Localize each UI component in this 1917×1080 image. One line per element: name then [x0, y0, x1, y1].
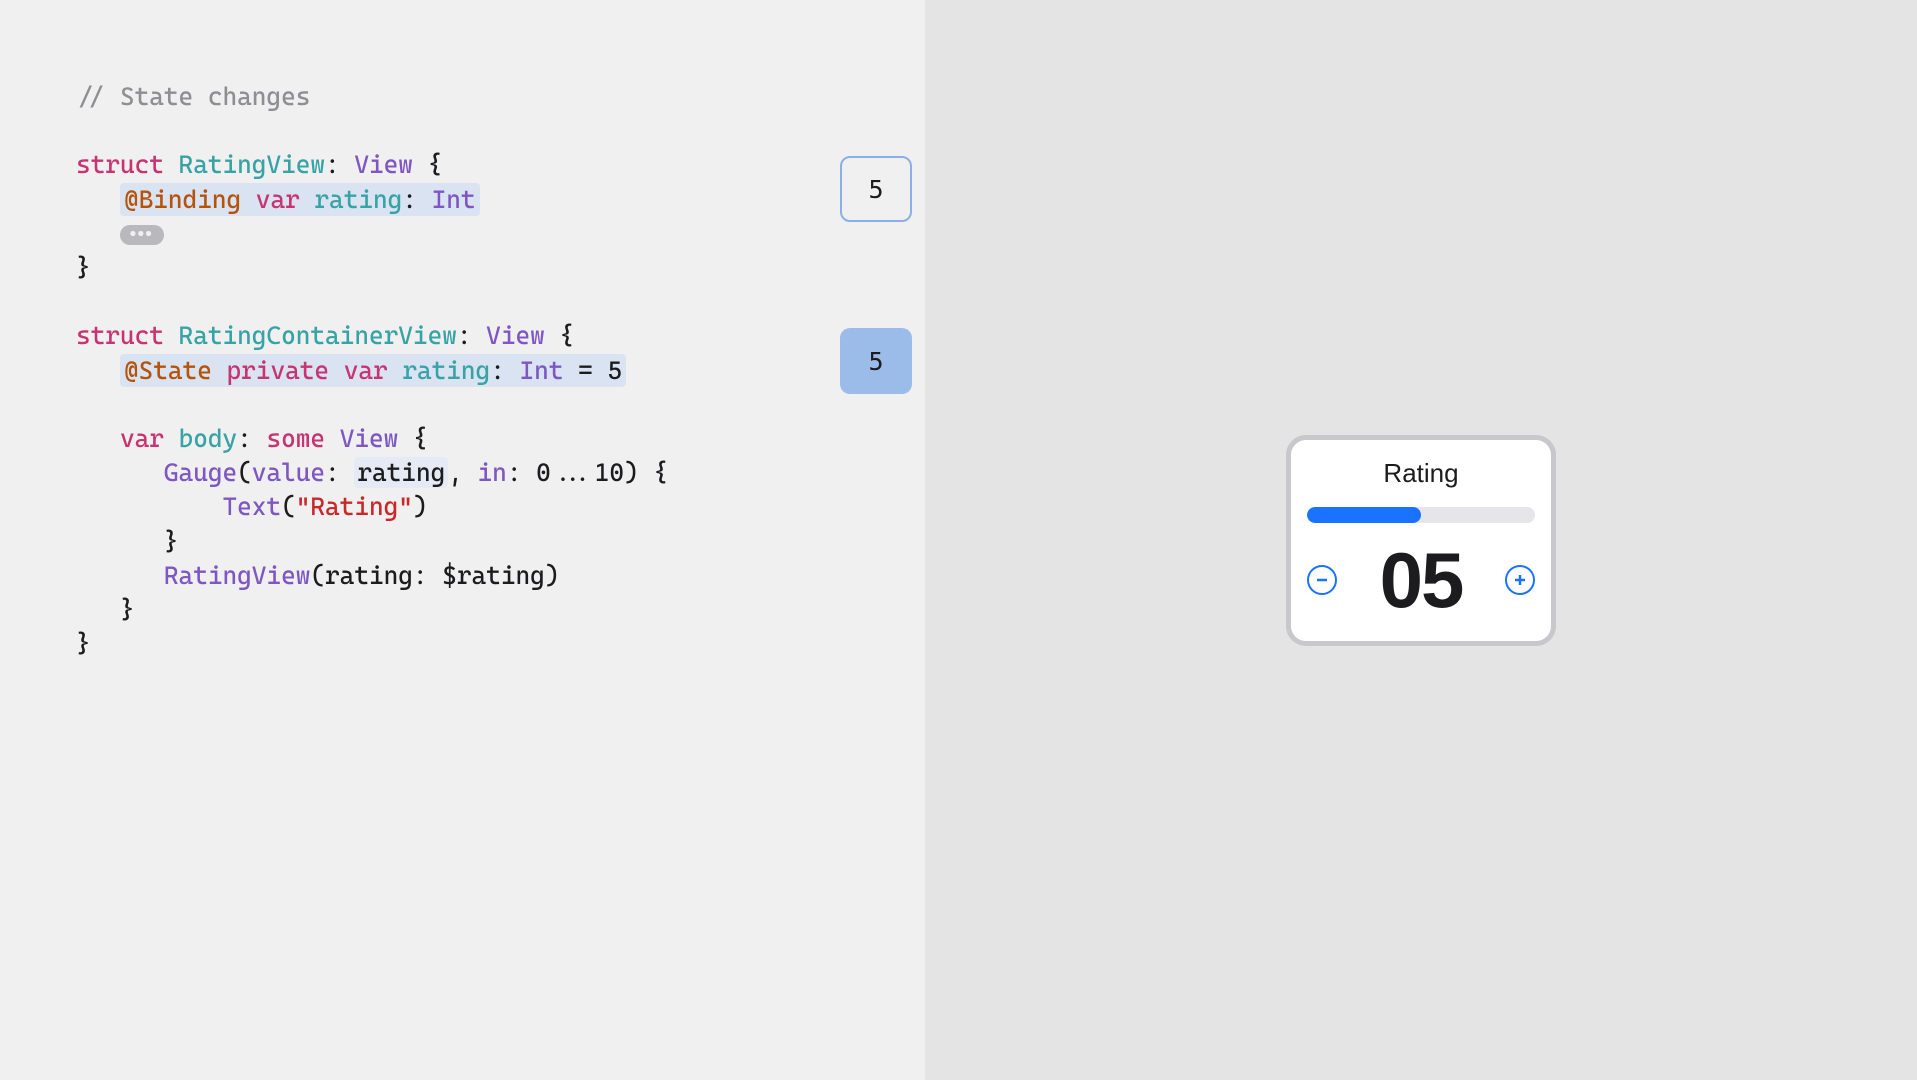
- text-literal: "Rating": [296, 492, 413, 521]
- rating-arg: $rating: [442, 561, 545, 590]
- in-label: in: [478, 458, 507, 487]
- binding-decorator: @Binding: [124, 185, 241, 214]
- view-type: View: [340, 424, 399, 453]
- preview-panel: Rating 05: [925, 0, 1917, 1080]
- rating-widget: Rating 05: [1286, 435, 1556, 646]
- var-keyword: var: [344, 356, 388, 385]
- private-keyword: private: [227, 356, 330, 385]
- struct1-protocol: View: [354, 150, 413, 179]
- minus-icon: [1315, 573, 1329, 587]
- code-line-brace2: }: [76, 525, 849, 559]
- struct-keyword: struct: [76, 150, 164, 179]
- state-decorator: @State: [124, 356, 212, 385]
- state-value-box: 5: [840, 328, 912, 394]
- increment-button[interactable]: [1505, 565, 1535, 595]
- code-editor-panel: // State changes struct RatingView: View…: [0, 0, 925, 1080]
- code-fold-toggle[interactable]: ●●●: [120, 225, 164, 245]
- rating-gauge-fill: [1307, 507, 1421, 523]
- rating-controls: 05: [1307, 541, 1535, 619]
- var-keyword: var: [256, 185, 300, 214]
- struct1-name: RatingView: [179, 150, 325, 179]
- body-name: body: [179, 424, 238, 453]
- some-keyword: some: [266, 424, 325, 453]
- code-line-struct2: struct RatingContainerView: View {: [76, 319, 849, 353]
- code-line-ratingview-call: RatingView(rating: $rating): [76, 559, 849, 593]
- binding-name: rating: [314, 185, 402, 214]
- blank-line: [76, 388, 849, 422]
- rating-gauge: [1307, 507, 1535, 523]
- decrement-button[interactable]: [1307, 565, 1337, 595]
- code-line-brace4: }: [76, 627, 849, 661]
- struct2-name: RatingContainerView: [179, 321, 457, 350]
- text-call: Text: [222, 492, 281, 521]
- var-keyword: var: [120, 424, 164, 453]
- rating-arg-label: rating: [325, 561, 413, 590]
- state-name: rating: [402, 356, 490, 385]
- int-type: Int: [520, 356, 564, 385]
- ratingview-call: RatingView: [164, 561, 310, 590]
- code-line-body: var body: some View {: [76, 422, 849, 456]
- code-line-brace1: }: [76, 251, 849, 285]
- rating-ref: rating: [357, 458, 445, 487]
- code-line-state: @State private var rating: Int = 5: [76, 354, 849, 388]
- rating-title: Rating: [1307, 458, 1535, 489]
- int-type: Int: [432, 185, 476, 214]
- code-line-brace3: }: [76, 593, 849, 627]
- binding-value-box: 5: [840, 156, 912, 222]
- code-line-binding: @Binding var rating: Int: [76, 183, 849, 217]
- struct2-protocol: View: [486, 321, 545, 350]
- code-line-gauge: Gauge(value: rating, in: 0...10) {: [76, 456, 849, 490]
- struct-keyword: struct: [76, 321, 164, 350]
- blank-line: [76, 285, 849, 319]
- gauge-call: Gauge: [164, 458, 237, 487]
- value-label: value: [252, 458, 325, 487]
- code-line-text: Text("Rating"): [76, 490, 849, 524]
- code-comment: // State changes: [76, 80, 849, 114]
- code-line-struct1: struct RatingView: View {: [76, 148, 849, 182]
- blank-line: [76, 114, 849, 148]
- state-default: 5: [607, 356, 622, 385]
- code-line-fold: ●●●: [76, 217, 849, 251]
- plus-icon: [1513, 573, 1527, 587]
- rating-number: 05: [1380, 541, 1463, 619]
- range: 0...10: [536, 458, 624, 487]
